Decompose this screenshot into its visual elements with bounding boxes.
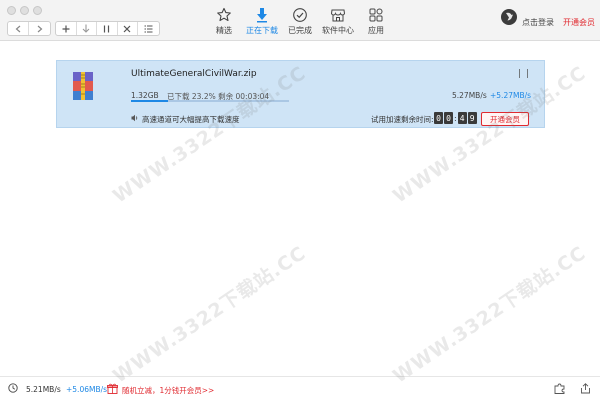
boost-speed: +5.27MB/s <box>490 91 532 100</box>
add-icon <box>62 25 70 32</box>
pause-button[interactable]: | | <box>518 69 530 79</box>
user-avatar-icon <box>506 12 513 21</box>
trial-timer: 0 0 : 4 9 <box>434 112 478 124</box>
star-icon <box>217 7 231 22</box>
minimize-window-button[interactable] <box>20 6 29 15</box>
store-icon <box>330 9 346 22</box>
download-icon <box>82 24 90 33</box>
share-icon[interactable] <box>580 383 591 394</box>
watermark-text: WWW.3322下载站.CC <box>389 242 591 388</box>
boost-total-speed: +5.06MB/s <box>66 385 108 394</box>
total-download-speed: 5.21MB/s <box>26 385 61 394</box>
pause-all-button[interactable] <box>97 22 118 35</box>
file-size: 1.32GB <box>131 91 159 100</box>
status-bar: 5.21MB/s +5.06MB/s 随机立减，1分钱开会员>> <box>0 376 600 400</box>
watermark-text: WWW.3322下载站.CC <box>109 242 311 388</box>
trial-label: 试用加速剩余时间: <box>371 115 434 124</box>
timer-colon: : <box>454 113 457 123</box>
zoom-window-button[interactable] <box>33 6 42 15</box>
download-speed: 5.27MB/s <box>452 91 487 100</box>
zip-file-icon <box>73 72 93 100</box>
timer-digit: 4 <box>457 112 467 124</box>
close-window-button[interactable] <box>7 6 16 15</box>
back-icon <box>15 25 21 32</box>
toolbar: 精选 正在下载 已完成 软件中心 应用 点击登录 开通会员 <box>0 0 600 41</box>
timer-digit: 9 <box>467 112 477 124</box>
action-button-group <box>55 21 160 36</box>
progress-bar <box>131 100 289 102</box>
gift-icon <box>107 383 118 394</box>
delete-task-button[interactable] <box>118 22 138 35</box>
nav-button-group <box>7 21 51 36</box>
forward-button[interactable] <box>29 22 50 35</box>
delete-icon <box>123 25 131 32</box>
apps-grid-icon <box>369 8 383 22</box>
boost-tip: 高速通道可大幅提高下载速度 <box>142 115 240 124</box>
speed-meter-icon <box>8 383 18 393</box>
check-circle-icon <box>293 8 307 22</box>
tab-apps-label: 应用 <box>368 26 384 35</box>
back-button[interactable] <box>8 22 29 35</box>
speaker-icon <box>131 114 138 122</box>
promo-link[interactable]: 随机立减，1分钱开会员>> <box>122 385 214 396</box>
login-link[interactable]: 点击登录 <box>522 17 554 28</box>
start-download-button[interactable] <box>77 22 97 35</box>
list-icon <box>144 24 153 33</box>
file-name: UltimateGeneralCivilWar.zip <box>131 69 257 79</box>
forward-icon <box>37 25 42 32</box>
progress-fill <box>131 100 168 102</box>
tab-apps[interactable]: 应用 <box>354 7 398 39</box>
pause-icon <box>104 25 110 32</box>
add-task-button[interactable] <box>56 22 77 35</box>
timer-digit: 0 <box>434 112 443 124</box>
download-arrow-icon <box>257 8 267 23</box>
list-view-button[interactable] <box>138 22 159 35</box>
vip-link[interactable]: 开通会员 <box>563 17 595 28</box>
avatar[interactable] <box>501 9 517 25</box>
download-item[interactable]: UltimateGeneralCivilWar.zip | | 1.32GB 已… <box>56 60 545 128</box>
puzzle-icon[interactable] <box>554 383 565 394</box>
timer-digit: 0 <box>444 112 453 124</box>
open-vip-button[interactable]: 开通会员 <box>481 112 529 126</box>
